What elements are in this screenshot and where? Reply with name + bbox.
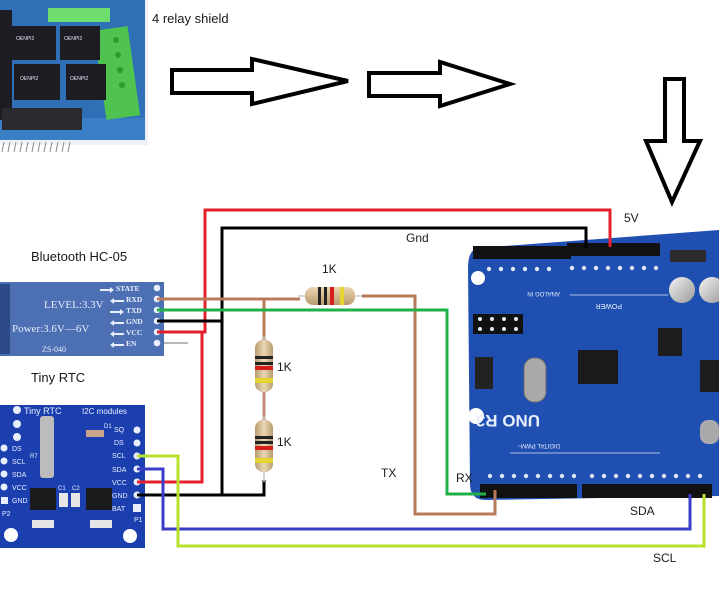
bt-model-text: ZS-040 <box>42 345 66 354</box>
svg-text:C1: C1 <box>58 486 66 492</box>
rtc-crystal <box>40 416 54 478</box>
bt-level-text: LEVEL:3.3V <box>44 299 104 311</box>
rtc-pin-label-scl: SCL <box>112 453 126 460</box>
rtc-pin-label-gnd: GND <box>112 493 128 500</box>
svg-text:OENPI2: OENPI2 <box>70 76 89 82</box>
wire-rx <box>157 308 486 496</box>
svg-text:OENPI2: OENPI2 <box>64 36 83 42</box>
svg-text:OENPI2: OENPI2 <box>16 36 35 42</box>
bt-pin-state <box>153 284 161 292</box>
resistor-label-series: 1K <box>322 262 337 276</box>
bt-pin-label-state: STATE <box>116 284 139 293</box>
bt-pin-label-txd: TXD <box>126 306 142 315</box>
capacitor <box>669 277 695 303</box>
label-5v: 5V <box>624 211 639 225</box>
svg-text:OENPI2: OENPI2 <box>20 76 39 82</box>
bt-pin-label-vcc: VCC <box>126 328 142 337</box>
arrow-down-icon <box>642 77 704 207</box>
arduino-uno-board: ANALOG IN POWER UNO R3 DIGITAL PWM~ <box>468 230 719 500</box>
svg-text:P1: P1 <box>134 517 143 524</box>
resistor-label-bottom: 1K <box>277 435 292 449</box>
microcontroller-chip <box>578 350 618 384</box>
rtc-board-title: Tiny RTC <box>24 406 62 416</box>
label-gnd: Gnd <box>406 231 429 245</box>
svg-text:P2: P2 <box>2 511 11 518</box>
relay-shield-image: OENPI2 OENPI2 OENPI2 OENPI2 <box>0 0 148 153</box>
eeprom-chip <box>86 488 112 510</box>
bt-pin-label-en: EN <box>126 339 137 348</box>
rtc-left-pin-gnd: GND <box>12 498 28 505</box>
bt-pin-en <box>153 339 161 347</box>
silk-power: POWER <box>596 302 622 309</box>
relay: OENPI2 <box>66 64 106 100</box>
rtc-left-pin-ds: DS <box>12 446 22 453</box>
bt-pin-label-gnd: GND <box>126 317 143 326</box>
rtc-pin-label-bat: BAT <box>112 506 126 513</box>
rtc-pin-label-sda: SDA <box>112 467 127 474</box>
label-scl: SCL <box>653 551 677 565</box>
digital-header-high <box>582 484 712 498</box>
rtc-board-subtitle: I2C modules <box>82 407 127 416</box>
svg-text:C2: C2 <box>72 486 80 492</box>
resistor-label-top: 1K <box>277 360 292 374</box>
relay: OENPI2 <box>14 64 60 100</box>
resistor-series-tx <box>298 287 362 305</box>
label-tx: TX <box>381 466 397 480</box>
bt-power-text: Power:3.6V—6V <box>12 323 89 335</box>
rtc-pin-label-sq: SQ <box>114 427 125 434</box>
arrow-right-icon <box>367 59 517 109</box>
analog-header <box>473 246 571 259</box>
svg-text:D1: D1 <box>104 424 112 430</box>
rtc-pin-label-ds: DS <box>114 440 124 447</box>
power-header <box>567 243 660 256</box>
rtc-chip <box>30 488 56 510</box>
rtc-pin-label-vcc: VCC <box>112 480 127 487</box>
bluetooth-label: Bluetooth HC-05 <box>31 249 128 264</box>
rtc-left-pin-vcc: VCC <box>12 485 27 492</box>
rtc-label: Tiny RTC <box>31 370 86 385</box>
board-name: UNO R3 <box>476 411 540 430</box>
relay: OENPI2 <box>60 26 100 60</box>
terminal-block <box>48 8 110 22</box>
relay-shield-label: 4 relay shield <box>152 11 229 26</box>
label-sda: SDA <box>630 504 655 518</box>
resistor-divider-top <box>255 336 273 400</box>
crystal <box>523 357 547 403</box>
tiny-rtc-module: Tiny RTC I2C modules D1 C1 C2 R7 DS SCL … <box>0 405 145 548</box>
silk-digital: DIGITAL PWM~ <box>517 442 560 448</box>
label-rx: RX <box>456 471 473 485</box>
arrow-right-icon <box>170 56 349 107</box>
silk-analog-in: ANALOG IN <box>527 290 560 296</box>
svg-text:R7: R7 <box>30 454 38 460</box>
rtc-left-pin-scl: SCL <box>12 459 26 466</box>
relay: OENPI2 <box>12 26 56 60</box>
resistor-divider-bottom <box>255 416 273 482</box>
bluetooth-hc05-module: LEVEL:3.3V Power:3.6V—6V ZS-040 STATE RX… <box>0 282 188 356</box>
wiring-diagram-canvas: OENPI2 OENPI2 OENPI2 OENPI2 ANALOG IN PO… <box>0 0 719 548</box>
rtc-left-pin-sda: SDA <box>12 472 27 479</box>
bt-pin-label-rxd: RXD <box>126 295 143 304</box>
